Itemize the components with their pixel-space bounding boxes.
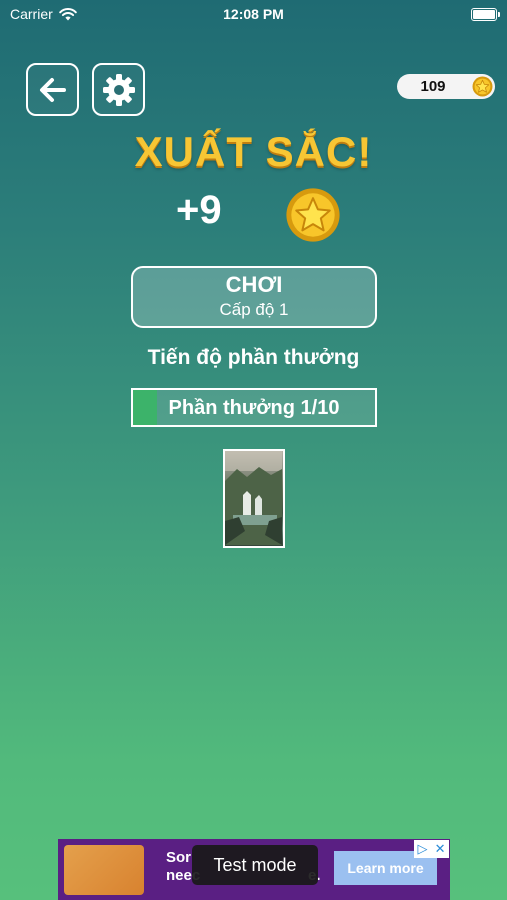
ad-card-image bbox=[64, 845, 144, 895]
ad-choices-icon[interactable]: ▷ bbox=[418, 841, 428, 857]
ad-close-icon[interactable]: ✕ bbox=[435, 841, 446, 857]
arrow-left-icon bbox=[39, 77, 66, 102]
back-button[interactable] bbox=[26, 63, 79, 116]
reward-progress-title: Tiến độ phần thưởng bbox=[147, 346, 360, 369]
ad-choices[interactable]: ▷ ✕ bbox=[414, 840, 449, 858]
reward-progress-bar: Phần thưởng 1/10 bbox=[131, 388, 377, 427]
gear-icon bbox=[102, 73, 135, 106]
play-button[interactable]: CHƠI Cấp độ 1 bbox=[131, 266, 377, 328]
play-button-label: CHƠI bbox=[225, 272, 283, 297]
coin-balance: 109 bbox=[397, 74, 495, 99]
ad-banner[interactable]: Sor neec e. Learn more ▷ ✕ Test mode bbox=[58, 839, 450, 900]
level-label: Cấp độ 1 bbox=[219, 300, 289, 319]
battery-icon bbox=[471, 8, 500, 21]
reward-image-thumbnail[interactable] bbox=[223, 449, 285, 548]
star-coin-icon bbox=[472, 76, 493, 97]
settings-button[interactable] bbox=[92, 63, 145, 116]
coin-balance-value: 109 bbox=[420, 78, 446, 95]
test-mode-badge: Test mode bbox=[192, 845, 318, 885]
status-bar: Carrier 12:08 PM bbox=[0, 0, 507, 28]
star-coin-icon bbox=[286, 188, 340, 242]
result-title: XUẤT SẮC! bbox=[134, 128, 373, 175]
status-time: 12:08 PM bbox=[223, 6, 284, 22]
waterfall-image bbox=[225, 451, 282, 545]
reward-amount: +9 bbox=[176, 188, 222, 232]
reward-progress-label: Phần thưởng 1/10 bbox=[168, 397, 340, 419]
